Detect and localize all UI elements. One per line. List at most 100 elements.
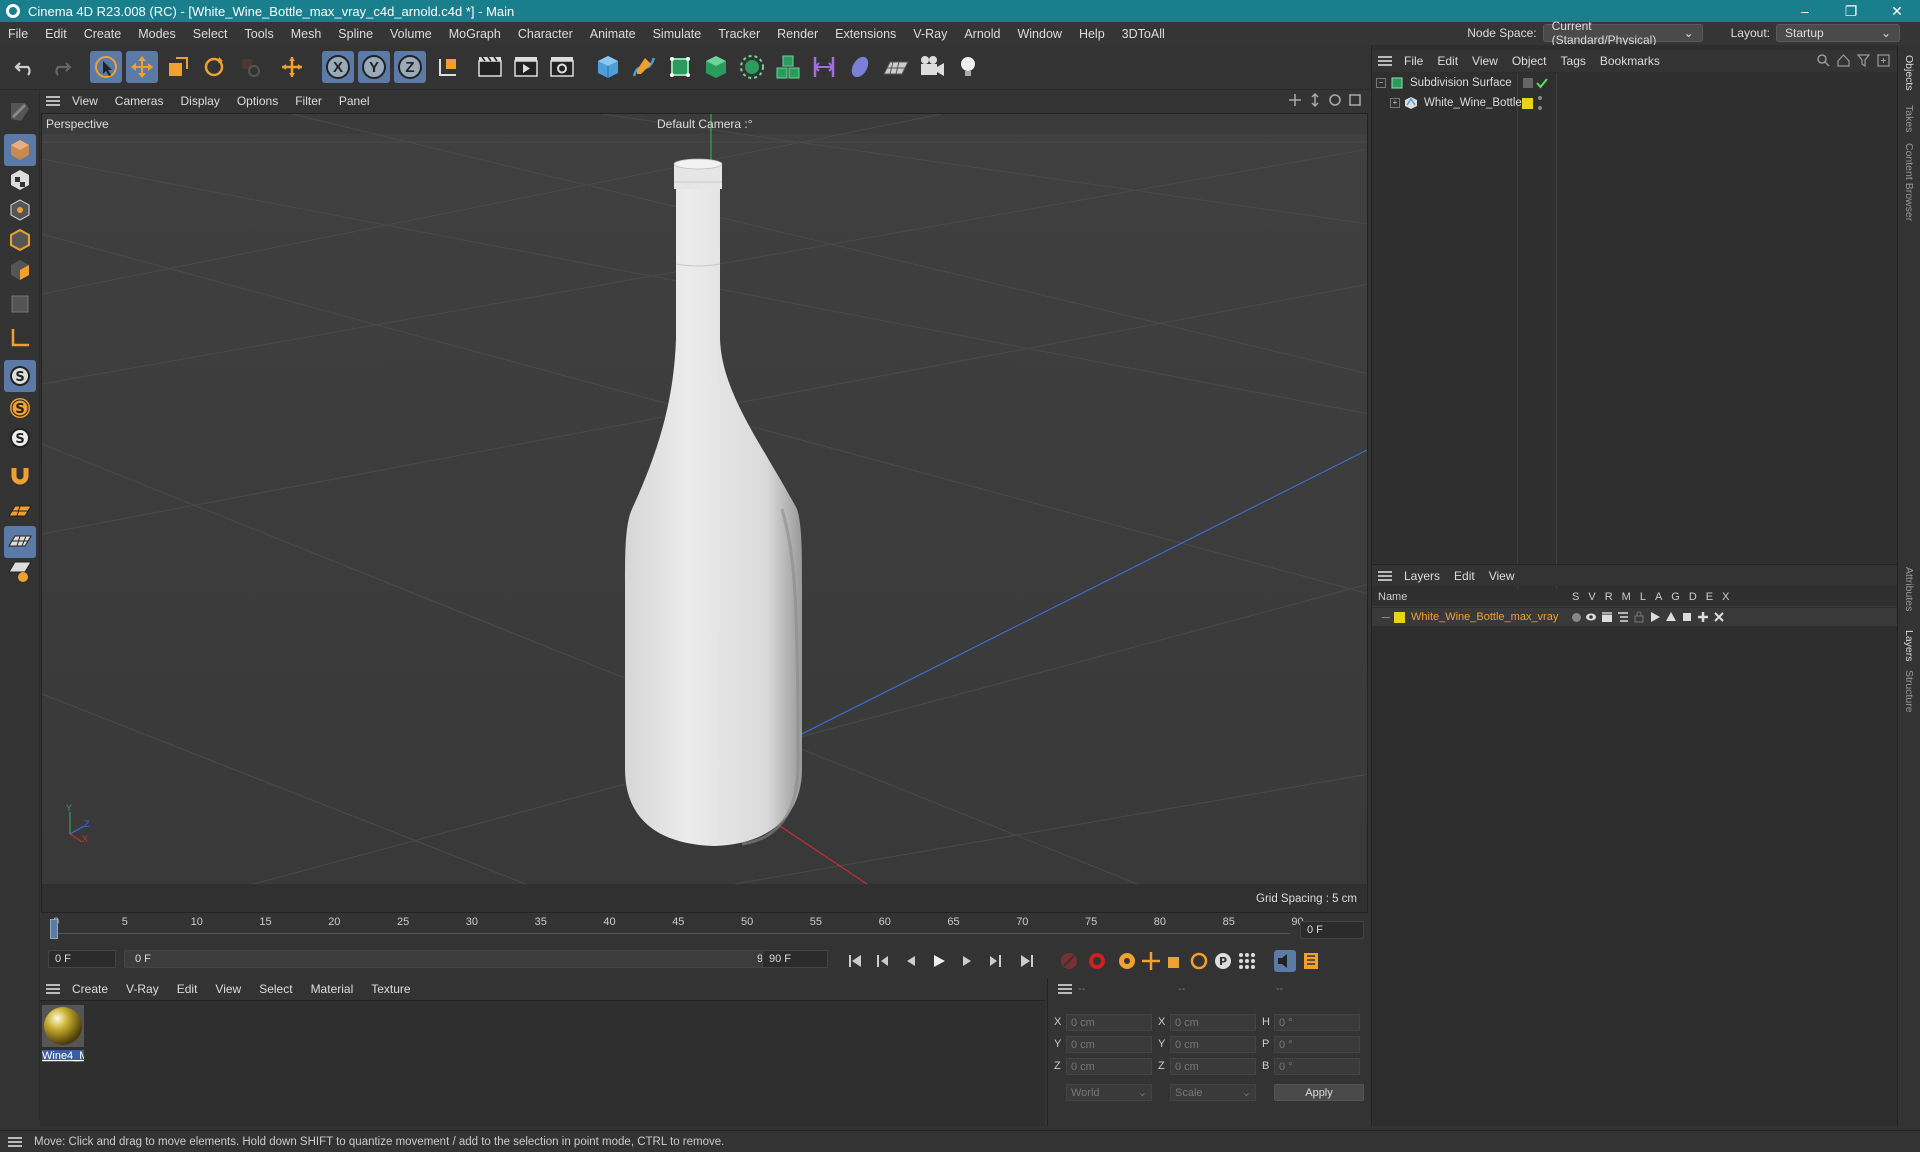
side-tab-content-browser[interactable]: Content Browser	[1903, 143, 1915, 221]
size-x-field[interactable]: 0 cm	[1170, 1014, 1256, 1031]
keyframe-selection-button[interactable]	[1116, 950, 1138, 972]
menu-simulate[interactable]: Simulate	[653, 27, 702, 41]
object-row-subdivision[interactable]: − Subdivision Surface	[1372, 73, 1898, 93]
hamburger-icon[interactable]	[8, 1136, 22, 1147]
viewport-camera-label[interactable]: Default Camera :°	[657, 117, 753, 131]
layers-menu-edit[interactable]: Edit	[1454, 569, 1475, 583]
layer-col-xref[interactable]: X	[1722, 591, 1729, 603]
move-tool-button[interactable]	[126, 51, 158, 83]
menu-volume[interactable]: Volume	[390, 27, 432, 41]
menu-tracker[interactable]: Tracker	[718, 27, 760, 41]
subdivision-surface-button[interactable]	[664, 51, 696, 83]
floor-button[interactable]	[880, 51, 912, 83]
material-menu-select[interactable]: Select	[259, 982, 292, 996]
eye-icon[interactable]	[1585, 611, 1597, 623]
menu-modes[interactable]: Modes	[138, 27, 176, 41]
menu-file[interactable]: File	[8, 27, 28, 41]
pos-x-field[interactable]: 0 cm	[1066, 1014, 1152, 1031]
timeline-sound-button[interactable]	[1274, 950, 1296, 972]
hamburger-icon[interactable]	[1058, 984, 1072, 994]
edges-mode-button[interactable]	[4, 224, 36, 256]
manager-list-icon[interactable]	[1617, 611, 1629, 623]
hamburger-icon[interactable]	[46, 96, 60, 106]
layers-menu-layers[interactable]: Layers	[1404, 569, 1440, 583]
next-key-button[interactable]	[984, 950, 1006, 972]
autokey-button[interactable]	[1086, 950, 1108, 972]
model-mode-button[interactable]	[4, 134, 36, 166]
viewport-menu-panel[interactable]: Panel	[339, 94, 370, 108]
pos-y-field[interactable]: 0 cm	[1066, 1036, 1152, 1053]
pos-z-field[interactable]: 0 cm	[1066, 1058, 1152, 1075]
material-thumbnail[interactable]: Wine4_M	[42, 1005, 84, 1062]
checkmark-icon[interactable]	[1536, 77, 1548, 89]
menu-vray[interactable]: V-Ray	[913, 27, 947, 41]
go-to-end-button[interactable]	[1016, 950, 1038, 972]
material-menu-view[interactable]: View	[215, 982, 241, 996]
pan-icon[interactable]	[1288, 93, 1302, 107]
x-axis-lock-button[interactable]: X	[322, 51, 354, 83]
undo-button[interactable]	[10, 51, 42, 83]
start-frame-field[interactable]: 0 F	[48, 950, 116, 968]
expand-icon[interactable]: +	[1390, 98, 1400, 108]
dolly-icon[interactable]	[1308, 93, 1322, 107]
record-keys-button[interactable]	[1058, 950, 1080, 972]
layer-col-render[interactable]: R	[1605, 591, 1613, 603]
key-rotation-button[interactable]	[1188, 950, 1210, 972]
menu-extensions[interactable]: Extensions	[835, 27, 896, 41]
new-window-icon[interactable]	[1877, 54, 1890, 67]
layer-col-expressions[interactable]: E	[1706, 591, 1713, 603]
collapse-icon[interactable]: −	[1376, 78, 1386, 88]
filter-icon[interactable]	[1857, 54, 1870, 67]
field-button[interactable]	[844, 51, 876, 83]
playhead[interactable]	[50, 919, 58, 939]
object-menu-bookmarks[interactable]: Bookmarks	[1600, 54, 1660, 68]
current-frame-field[interactable]: 0 F	[1300, 921, 1364, 939]
cube-object-button[interactable]	[592, 51, 624, 83]
render-picture-viewer-button[interactable]	[510, 51, 542, 83]
extrude-button[interactable]	[700, 51, 732, 83]
menu-3dtoall[interactable]: 3DToAll	[1122, 27, 1165, 41]
minimize-button[interactable]: –	[1782, 0, 1828, 22]
viewport-menu-filter[interactable]: Filter	[295, 94, 322, 108]
coordinate-space-dropdown[interactable]: World ⌄	[1066, 1084, 1152, 1101]
spline-pen-button[interactable]	[628, 51, 660, 83]
menu-character[interactable]: Character	[518, 27, 573, 41]
side-tab-structure[interactable]: Structure	[1903, 670, 1915, 713]
menu-help[interactable]: Help	[1079, 27, 1105, 41]
transform-tool-button[interactable]	[276, 51, 308, 83]
layer-col-manager[interactable]: M	[1622, 591, 1631, 603]
go-to-start-button[interactable]	[844, 950, 866, 972]
axis-mode-button[interactable]	[4, 322, 36, 354]
rotate-tool-button[interactable]	[198, 51, 230, 83]
previous-key-button[interactable]	[872, 950, 894, 972]
viewport-menu-view[interactable]: View	[72, 94, 98, 108]
z-axis-lock-button[interactable]: Z	[394, 51, 426, 83]
object-menu-edit[interactable]: Edit	[1437, 54, 1458, 68]
object-menu-tags[interactable]: Tags	[1561, 54, 1586, 68]
y-axis-lock-button[interactable]: Y	[358, 51, 390, 83]
side-tab-attributes[interactable]: Attributes	[1903, 567, 1915, 611]
edit-checkbox-icon[interactable]	[1522, 77, 1534, 89]
rot-h-field[interactable]: 0 °	[1274, 1014, 1360, 1031]
search-icon[interactable]	[1817, 54, 1830, 67]
menu-mesh[interactable]: Mesh	[291, 27, 322, 41]
side-tab-takes[interactable]: Takes	[1903, 105, 1915, 132]
home-icon[interactable]	[1837, 54, 1850, 67]
redo-button[interactable]	[44, 51, 76, 83]
coordinate-system-button[interactable]	[432, 51, 464, 83]
close-button[interactable]: ✕	[1874, 0, 1920, 22]
mograph-cubes-button[interactable]	[772, 51, 804, 83]
size-z-field[interactable]: 0 cm	[1170, 1058, 1256, 1075]
object-menu-view[interactable]: View	[1472, 54, 1498, 68]
layer-color-swatch[interactable]	[1522, 97, 1533, 109]
timeline-ruler[interactable]: 0 5 10 15 20 25 30 35 40 45 50 55 60 65 …	[40, 913, 1370, 943]
solo-toggle-icon[interactable]	[1572, 612, 1581, 622]
layer-color-swatch[interactable]	[1394, 611, 1405, 623]
apply-button[interactable]: Apply	[1274, 1084, 1364, 1101]
menu-animate[interactable]: Animate	[590, 27, 636, 41]
layer-col-solo[interactable]: S	[1572, 591, 1579, 603]
make-editable-button[interactable]	[4, 96, 36, 128]
layer-row[interactable]: White_Wine_Bottle_max_vray	[1372, 608, 1898, 626]
cloner-button[interactable]	[736, 51, 768, 83]
viewport-menu-display[interactable]: Display	[180, 94, 219, 108]
